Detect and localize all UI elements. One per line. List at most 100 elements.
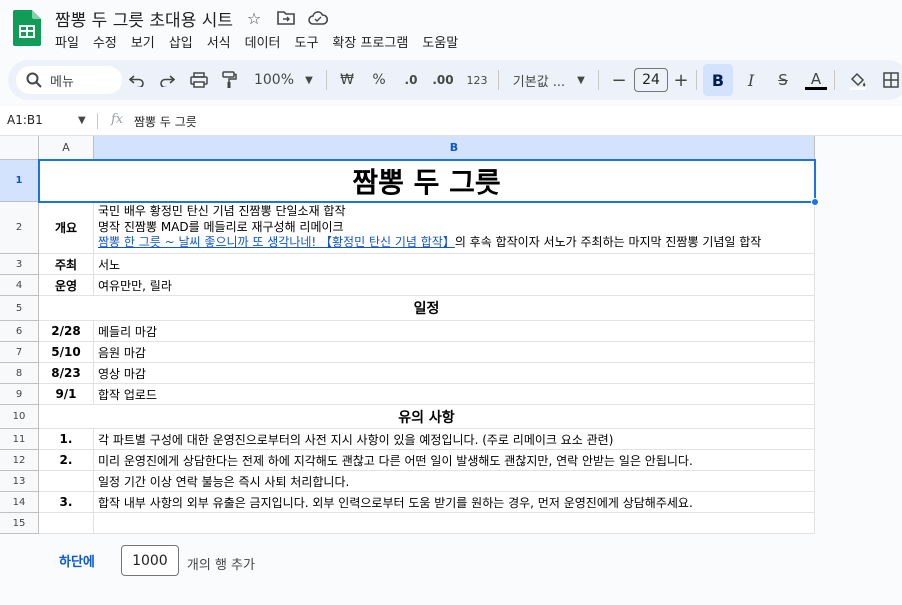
column-header-b[interactable]: B (94, 136, 815, 160)
strikethrough-button[interactable]: S (772, 60, 794, 100)
sheet-title-cell[interactable]: 짬뽕 두 그릇 (39, 160, 815, 202)
text-color-button[interactable]: A (804, 60, 828, 100)
menu-format[interactable]: 서식 (200, 30, 238, 53)
row-header[interactable]: 9 (0, 384, 39, 405)
value-cell[interactable]: 영상 마감 (94, 363, 815, 384)
row-header[interactable]: 6 (0, 321, 39, 342)
currency-format-button[interactable]: ₩ (336, 60, 358, 100)
text-color-swatch (805, 86, 827, 90)
document-title[interactable]: 짬뽕 두 그릇 초대용 시트 (55, 6, 233, 31)
row-header[interactable]: 5 (0, 296, 39, 321)
name-box-dropdown-icon[interactable]: ▼ (78, 115, 86, 126)
value-cell[interactable]: 각 파트별 구성에 대한 운영진으로부터의 사전 지시 사항이 있을 예정입니다… (94, 429, 815, 450)
toolbar-divider (598, 70, 599, 90)
date-cell[interactable]: 9/1 (39, 384, 94, 405)
label-cell[interactable]: 운영 (39, 275, 94, 296)
number-cell[interactable]: 2. (39, 450, 94, 471)
section-header-cell[interactable]: 일정 (39, 296, 815, 321)
paint-format-icon[interactable] (218, 60, 240, 100)
bold-button[interactable]: B (703, 64, 733, 96)
star-icon[interactable]: ☆ (244, 8, 264, 28)
borders-icon[interactable] (880, 60, 902, 100)
search-icon (26, 72, 42, 88)
date-cell[interactable]: 5/10 (39, 342, 94, 363)
value-cell[interactable]: 음원 마감 (94, 342, 815, 363)
value-cell[interactable]: 여유만만, 릴라 (94, 275, 815, 296)
percent-format-button[interactable]: % (368, 60, 390, 100)
sheets-logo-icon[interactable] (13, 10, 41, 46)
undo-icon[interactable] (126, 60, 148, 100)
value-cell[interactable]: 합작 업로드 (94, 384, 815, 405)
row-header[interactable]: 8 (0, 363, 39, 384)
label-cell[interactable]: 주최 (39, 254, 94, 275)
formula-bar-divider (97, 113, 98, 129)
print-icon[interactable] (188, 60, 210, 100)
column-header-a[interactable]: A (39, 136, 94, 160)
add-rows-button[interactable]: 하단에 (59, 551, 95, 570)
row-header[interactable]: 12 (0, 450, 39, 471)
formula-bar: A1:B1 ▼ fx 짬뽕 두 그릇 (0, 106, 902, 136)
row-header[interactable]: 4 (0, 275, 39, 296)
date-cell[interactable]: 8/23 (39, 363, 94, 384)
rows-count-input[interactable]: 1000 (120, 545, 179, 576)
prequel-link[interactable]: 짬뽕 한 그릇 ~ 날씨 좋으니까 또 생각나네! 【황정민 탄신 기념 합작】 (98, 235, 455, 249)
menu-view[interactable]: 보기 (124, 30, 162, 53)
menu-tools[interactable]: 도구 (288, 30, 326, 53)
decrease-decimal-button[interactable]: .0 (398, 60, 424, 100)
move-folder-icon[interactable] (276, 8, 296, 28)
zoom-dropdown-icon[interactable]: ▼ (302, 60, 316, 100)
value-cell[interactable]: 일정 기간 이상 연락 불능은 즉시 사퇴 처리합니다. (94, 471, 815, 492)
row-header[interactable]: 10 (0, 405, 39, 429)
number-format-button[interactable]: 123 (464, 60, 490, 100)
empty-cell[interactable] (94, 513, 815, 534)
menu-edit[interactable]: 수정 (86, 30, 124, 53)
label-cell[interactable]: 개요 (39, 202, 94, 254)
overview-line: 국민 배우 황정민 탄신 기념 진짬뽕 단일소재 합작 (98, 204, 346, 219)
menu-insert[interactable]: 삽입 (162, 30, 200, 53)
value-cell[interactable]: 미리 운영진에게 상담한다는 전제 하에 지각해도 괜찮고 다른 어떤 일이 발… (94, 450, 815, 471)
row-header[interactable]: 14 (0, 492, 39, 513)
zoom-select[interactable]: 100% (252, 60, 296, 100)
redo-icon[interactable] (156, 60, 178, 100)
row-header[interactable]: 3 (0, 254, 39, 275)
empty-cell[interactable] (39, 513, 94, 534)
section-header-cell[interactable]: 유의 사항 (39, 405, 815, 429)
sheet-title: 짬뽕 두 그릇 (352, 165, 501, 199)
menu-extensions[interactable]: 확장 프로그램 (325, 30, 415, 53)
value-cell[interactable]: 메들리 마감 (94, 321, 815, 342)
cloud-status-icon[interactable] (308, 8, 328, 28)
row-header[interactable]: 13 (0, 471, 39, 492)
row-header[interactable]: 15 (0, 513, 39, 534)
menu-search[interactable]: 메뉴 (16, 66, 122, 94)
number-cell[interactable]: 3. (39, 492, 94, 513)
date-cell[interactable]: 2/28 (39, 321, 94, 342)
font-dropdown-icon[interactable]: ▼ (574, 60, 588, 100)
fill-handle[interactable] (811, 198, 819, 206)
fill-color-icon[interactable] (846, 60, 870, 100)
formula-input[interactable]: 짬뽕 두 그릇 (134, 113, 197, 130)
overview-cell[interactable]: 국민 배우 황정민 탄신 기념 진짬뽕 단일소재 합작 명작 진짬뽕 MAD를 … (94, 202, 815, 254)
menu-data[interactable]: 데이터 (238, 30, 288, 53)
value-cell[interactable]: 합작 내부 사항의 외부 유출은 금지입니다. 외부 인력으로부터 도움 받기를… (94, 492, 815, 513)
decrease-font-size-button[interactable]: − (610, 60, 628, 100)
name-box[interactable]: A1:B1 (7, 113, 43, 127)
menu-file[interactable]: 파일 (48, 30, 86, 53)
toolbar: 메뉴 100% ▼ ₩ % .0 .00 123 기본값 ... ▼ − 24 … (8, 60, 902, 100)
value-cell[interactable]: 서노 (94, 254, 815, 275)
select-all-corner[interactable] (0, 136, 39, 160)
number-cell[interactable] (39, 471, 94, 492)
overview-line: 짬뽕 한 그릇 ~ 날씨 좋으니까 또 생각나네! 【황정민 탄신 기념 합작】… (98, 235, 761, 251)
row-header[interactable]: 2 (0, 202, 39, 254)
fx-icon: fx (111, 112, 124, 127)
number-cell[interactable]: 1. (39, 429, 94, 450)
add-rows-bar: 하단에 1000 개의 행 추가 (59, 545, 255, 576)
italic-button[interactable]: I (740, 60, 762, 100)
row-header[interactable]: 1 (0, 160, 39, 202)
row-header[interactable]: 11 (0, 429, 39, 450)
font-size-input[interactable]: 24 (634, 68, 668, 92)
increase-font-size-button[interactable]: + (672, 60, 690, 100)
row-header[interactable]: 7 (0, 342, 39, 363)
font-select[interactable]: 기본값 ... (508, 60, 570, 100)
increase-decimal-button[interactable]: .00 (428, 60, 458, 100)
menu-help[interactable]: 도움말 (415, 30, 465, 53)
